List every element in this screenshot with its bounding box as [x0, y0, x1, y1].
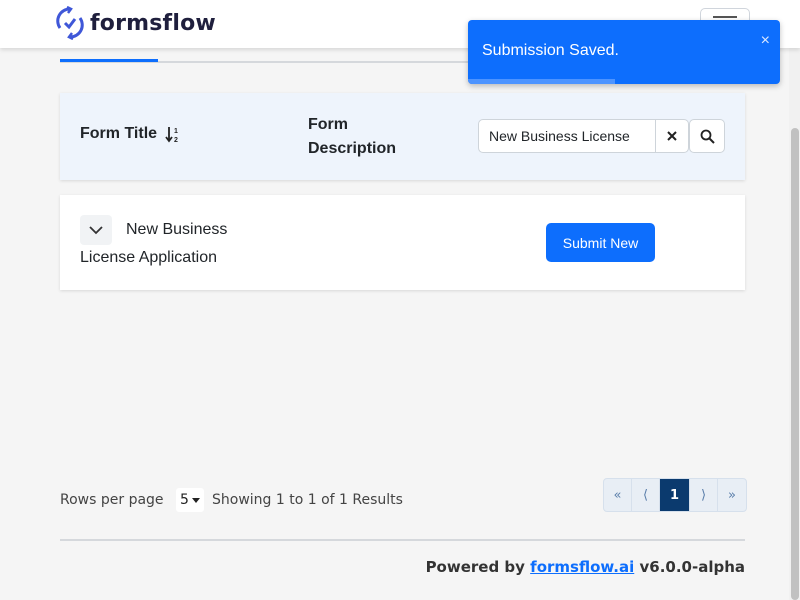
page-last-button[interactable]: » — [718, 479, 746, 511]
page-current-button[interactable]: 1 — [660, 479, 690, 511]
rows-per-page-select[interactable]: 5 — [176, 488, 204, 512]
svg-text:2: 2 — [174, 137, 178, 143]
table-row: New Business License Application Submit … — [60, 195, 745, 290]
pagination: « ⟨ 1 ⟩ » — [603, 478, 747, 512]
table-header: Form Title 1 2 Form Description — [60, 93, 745, 180]
clear-search-button[interactable] — [656, 119, 689, 153]
header-form-title[interactable]: Form Title 1 2 — [80, 125, 181, 143]
caret-down-icon — [191, 497, 200, 503]
menu-icon — [713, 16, 737, 18]
chevron-down-icon — [89, 226, 103, 235]
tab-active-indicator[interactable] — [60, 59, 158, 62]
header-form-title-label: Form Title — [80, 125, 158, 142]
submit-new-button[interactable]: Submit New — [546, 223, 655, 262]
brand[interactable]: formsflow — [56, 6, 216, 40]
search-icon — [700, 129, 715, 144]
clear-icon — [667, 131, 677, 141]
results-summary: Showing 1 to 1 of 1 Results — [212, 492, 403, 508]
formsflow-link[interactable]: formsflow.ai — [530, 558, 634, 576]
rows-per-page-label: Rows per page — [60, 492, 164, 508]
scrollbar-thumb[interactable] — [791, 128, 799, 600]
powered-by: Powered by formsflow.ai v6.0.0-alpha — [426, 558, 745, 576]
powered-prefix: Powered by — [425, 558, 525, 576]
brand-name: formsflow — [90, 10, 216, 36]
toast-message: Submission Saved. — [482, 42, 619, 59]
sort-icon[interactable]: 1 2 — [165, 125, 181, 143]
page-first-button[interactable]: « — [604, 479, 632, 511]
svg-text:1: 1 — [174, 128, 178, 135]
version-label: v6.0.0-alpha — [639, 558, 745, 576]
rows-per-page-value: 5 — [180, 492, 189, 508]
page-next-button[interactable]: ⟩ — [690, 479, 718, 511]
search-button[interactable] — [689, 119, 725, 153]
table-footer: Rows per page 5 Showing 1 to 1 of 1 Resu… — [60, 478, 747, 512]
page-prev-button[interactable]: ⟨ — [632, 479, 660, 511]
toast-notification: Submission Saved. × — [468, 20, 780, 84]
toast-progress-bar — [468, 79, 615, 84]
header-form-description: Form Description — [308, 116, 397, 157]
expand-row-button[interactable] — [80, 215, 112, 245]
close-icon[interactable]: × — [761, 32, 770, 50]
search-input[interactable] — [478, 119, 656, 153]
footer-divider — [60, 539, 745, 541]
brand-logo-icon — [56, 6, 84, 40]
